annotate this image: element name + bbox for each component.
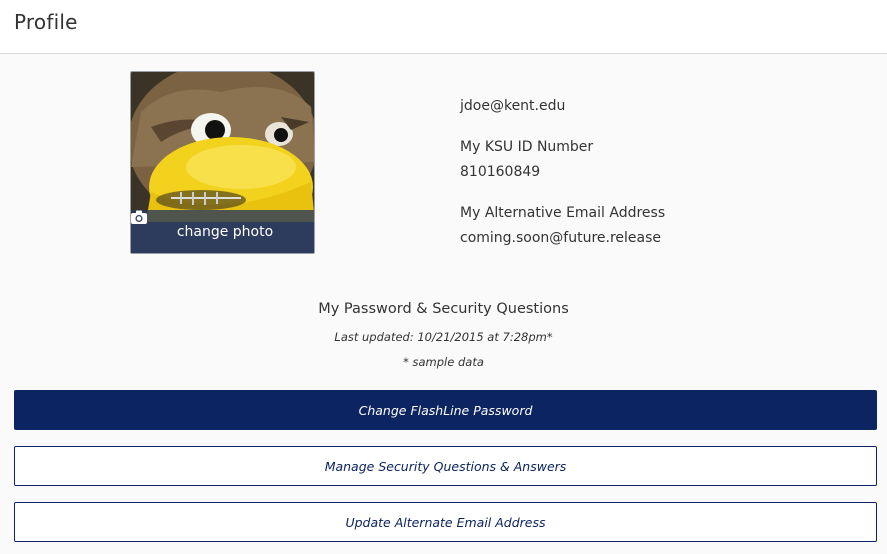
alt-email-label: My Alternative Email Address xyxy=(460,205,666,221)
email-value: jdoe@kent.edu xyxy=(460,98,566,114)
profile-photo: change photo xyxy=(130,71,315,254)
change-password-button[interactable]: Change FlashLine Password xyxy=(14,390,877,430)
header-bar: Profile xyxy=(0,0,887,54)
security-section-title: My Password & Security Questions xyxy=(318,301,569,317)
change-photo-label: change photo xyxy=(176,223,274,240)
change-photo-button[interactable]: change photo xyxy=(131,210,314,253)
alt-email-value: coming.soon@future.release xyxy=(460,230,662,246)
ksu-id-label: My KSU ID Number xyxy=(460,139,594,155)
update-alternate-email-button[interactable]: Update Alternate Email Address xyxy=(14,502,877,542)
last-updated-text: Last updated: 10/21/2015 at 7:28pm* xyxy=(334,330,553,344)
page-title: Profile xyxy=(14,10,78,34)
manage-security-questions-button[interactable]: Manage Security Questions & Answers xyxy=(14,446,877,486)
ksu-id-value: 810160849 xyxy=(460,164,541,180)
sample-data-note: * sample data xyxy=(403,355,484,369)
